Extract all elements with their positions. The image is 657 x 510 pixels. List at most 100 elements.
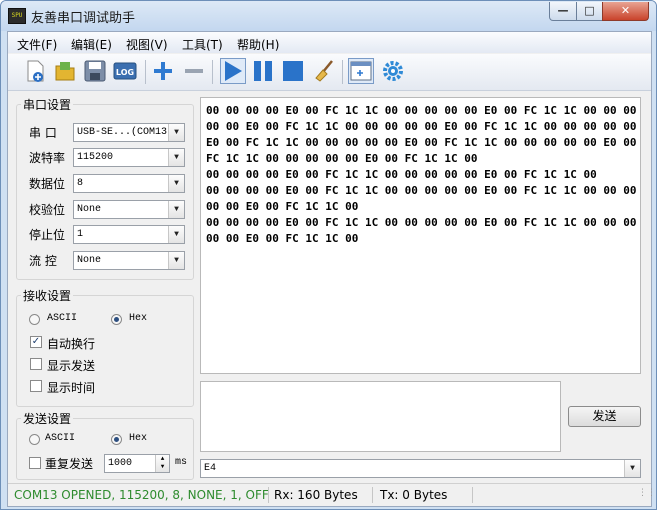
chevron-down-icon: ▼ xyxy=(168,252,184,269)
menu-edit[interactable]: 编辑(E) xyxy=(71,36,112,53)
stopbits-select[interactable]: 1 ▼ xyxy=(73,225,185,244)
show-time-checkbox[interactable] xyxy=(30,380,42,392)
baud-label: 波特率 xyxy=(29,151,66,165)
send-settings-title: 发送设置 xyxy=(21,410,74,427)
menu-help[interactable]: 帮助(H) xyxy=(237,36,279,53)
databits-select[interactable]: 8 ▼ xyxy=(73,174,185,193)
close-button[interactable]: ✕ xyxy=(602,2,649,21)
spinner-arrows-icon[interactable]: ▲ ▼ xyxy=(155,455,169,472)
chevron-down-icon: ▼ xyxy=(624,460,640,477)
parity-label: 校验位 xyxy=(29,203,66,217)
baud-value: 115200 xyxy=(77,152,114,163)
repeat-send-label: 重复发送 xyxy=(45,457,94,471)
send-settings-group: 发送设置 ASCII Hex 重复发送 1000 ▲ ▼ ms xyxy=(16,410,194,480)
pause-icon xyxy=(254,61,272,81)
stopbits-label: 停止位 xyxy=(29,228,66,242)
log-icon: LOG xyxy=(113,62,137,80)
repeat-interval-value: 1000 xyxy=(108,458,133,469)
connection-status: COM13 OPENED, 115200, 8, NONE, 1, OFF xyxy=(14,488,269,502)
title-bar[interactable]: SPU 友善串口调试助手 — □ ✕ xyxy=(1,1,656,31)
minimize-button[interactable]: — xyxy=(549,2,577,21)
baud-select[interactable]: 115200 ▼ xyxy=(73,148,185,167)
serial-settings-title: 串口设置 xyxy=(21,96,74,113)
open-folder-icon xyxy=(55,62,75,81)
databits-label: 数据位 xyxy=(29,177,66,191)
new-file-icon xyxy=(27,60,44,82)
menu-view[interactable]: 视图(V) xyxy=(126,36,168,53)
port-label: 串 口 xyxy=(29,126,57,140)
flow-value: None xyxy=(77,255,102,266)
open-button[interactable] xyxy=(52,58,78,84)
show-send-checkbox[interactable] xyxy=(30,358,42,370)
auto-newline-label: 自动换行 xyxy=(47,337,96,351)
add-icon xyxy=(154,62,172,80)
minimize-icon: — xyxy=(557,4,569,17)
receive-text: 00 00 00 00 E0 00 FC 1C 1C 00 00 00 00 0… xyxy=(206,104,637,245)
stop-icon xyxy=(283,61,303,81)
show-time-label: 显示时间 xyxy=(47,381,96,395)
send-button[interactable]: 发送 xyxy=(568,406,641,427)
send-history-value: E4 xyxy=(204,463,217,474)
resize-grip-icon[interactable]: ⋮⋮ xyxy=(638,489,656,502)
log-button[interactable]: LOG xyxy=(112,58,138,84)
menu-tools[interactable]: 工具(T) xyxy=(182,36,223,53)
window-title: 友善串口调试助手 xyxy=(31,11,136,26)
start-button[interactable] xyxy=(220,58,246,84)
auto-newline-checkbox[interactable]: ✓ xyxy=(30,336,42,348)
settings-button[interactable] xyxy=(380,58,406,84)
tx-ascii-label: ASCII xyxy=(45,433,76,444)
repeat-send-checkbox[interactable] xyxy=(29,457,41,469)
menu-bar: 文件(F) 编辑(E) 视图(V) 工具(T) 帮助(H) xyxy=(8,32,651,53)
play-icon xyxy=(225,61,242,81)
receive-text-area[interactable]: 00 00 00 00 E0 00 FC 1C 1C 00 00 00 00 0… xyxy=(200,97,641,374)
new-window-icon xyxy=(350,61,372,81)
rx-count: Rx: 160 Bytes xyxy=(274,488,358,502)
flow-label: 流 控 xyxy=(29,254,57,268)
save-icon xyxy=(84,60,106,82)
show-send-label: 显示发送 xyxy=(47,359,96,373)
client-area: 文件(F) 编辑(E) 视图(V) 工具(T) 帮助(H) LOG 串口设置 串… xyxy=(7,31,656,507)
menu-file[interactable]: 文件(F) xyxy=(17,36,57,53)
tx-hex-label: Hex xyxy=(129,433,148,444)
repeat-interval-input[interactable]: 1000 ▲ ▼ xyxy=(104,454,170,473)
receive-settings-group: 接收设置 ASCII Hex ✓ 自动换行 显示发送 显示时间 xyxy=(16,287,194,407)
add-button[interactable] xyxy=(150,58,176,84)
port-select[interactable]: USB-SE...(COM13 ▼ xyxy=(73,123,185,142)
port-value: USB-SE...(COM13 xyxy=(77,127,168,138)
chevron-down-icon: ▼ xyxy=(168,175,184,192)
receive-settings-title: 接收设置 xyxy=(21,287,74,304)
tx-ascii-radio[interactable] xyxy=(29,434,40,445)
interval-unit-label: ms xyxy=(175,457,188,468)
stop-button[interactable] xyxy=(280,58,306,84)
save-button[interactable] xyxy=(82,58,108,84)
rx-ascii-label: ASCII xyxy=(47,313,78,324)
app-window: SPU 友善串口调试助手 — □ ✕ 文件(F) 编辑(E) 视图(V) 工具(… xyxy=(0,0,657,510)
settings-gear-icon xyxy=(383,61,403,81)
clear-button[interactable] xyxy=(312,58,338,84)
new-window-button[interactable] xyxy=(348,58,374,84)
toolbar: LOG xyxy=(8,54,651,91)
parity-value: None xyxy=(77,204,102,215)
remove-icon xyxy=(185,69,203,73)
chevron-down-icon: ▼ xyxy=(168,226,184,243)
maximize-button[interactable]: □ xyxy=(576,2,603,21)
serial-settings-group: 串口设置 串 口 USB-SE...(COM13 ▼ 波特率 115200 ▼ 数据… xyxy=(16,96,194,280)
status-bar: COM13 OPENED, 115200, 8, NONE, 1, OFF Rx… xyxy=(8,483,656,506)
chevron-down-icon: ▼ xyxy=(168,201,184,218)
chevron-down-icon: ▼ xyxy=(168,124,184,141)
pause-button[interactable] xyxy=(250,58,276,84)
stopbits-value: 1 xyxy=(77,229,84,240)
flow-select[interactable]: None ▼ xyxy=(73,251,185,270)
remove-button[interactable] xyxy=(181,58,207,84)
send-history-select[interactable]: E4 ▼ xyxy=(200,459,641,478)
rx-ascii-radio[interactable] xyxy=(29,314,40,325)
tx-hex-radio[interactable] xyxy=(111,434,122,445)
new-file-button[interactable] xyxy=(22,58,48,84)
broom-icon xyxy=(315,60,333,82)
parity-select[interactable]: None ▼ xyxy=(73,200,185,219)
rx-hex-label: Hex xyxy=(129,313,148,324)
rx-hex-radio[interactable] xyxy=(111,314,122,325)
databits-value: 8 xyxy=(77,178,84,189)
send-text-area[interactable] xyxy=(200,381,561,452)
tx-count: Tx: 0 Bytes xyxy=(380,488,448,502)
